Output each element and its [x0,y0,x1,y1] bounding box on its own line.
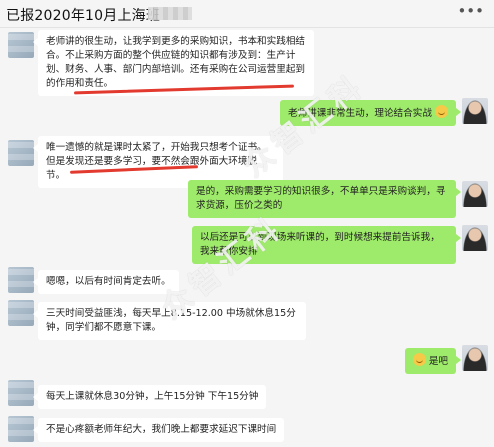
smile-emoji-icon [435,105,448,118]
sender-avatar[interactable] [8,300,34,326]
message-text: 是的，采购需要学习的知识很多，不单单只是采购谈判，寻求货源，压价之类的 [196,186,446,211]
message-bubble-received[interactable]: 不是心疼额老师年纪大，我们晚上都要求延迟下课时间 [32,418,285,442]
chat-header: 已报2020年10月上海班 ••• [0,0,494,28]
own-avatar[interactable] [462,345,488,371]
own-avatar[interactable] [462,225,488,251]
chat-title: 已报2020年10月上海班 [6,8,161,24]
more-dots-icon[interactable]: ••• [457,2,484,20]
own-avatar[interactable] [462,98,488,124]
smile-emoji-icon [412,353,426,366]
sender-avatar[interactable] [8,267,34,293]
sender-avatar[interactable] [8,416,34,442]
message-text: 是吧 [428,356,448,367]
message-text: 老师讲的很生动，让我学到更多的采购知识，书本和实践相结合。不止采购方面的整个供应… [46,36,306,89]
message-text: 不是心疼额老师年纪大，我们晚上都要求延迟下课时间 [46,424,277,435]
message-text: 每天上课就休息30分钟，上午15分钟 下午15分钟 [46,391,259,402]
own-avatar[interactable] [462,181,488,207]
sender-avatar[interactable] [8,32,34,58]
message-bubble-sent[interactable]: 是的，采购需要学习的知识很多，不单单只是采购谈判，寻求货源，压价之类的 [188,180,461,218]
sender-avatar[interactable] [8,380,34,406]
sender-avatar[interactable] [8,140,34,166]
message-bubble-received[interactable]: 每天上课就休息30分钟，上午15分钟 下午15分钟 [32,385,267,409]
message-text: 嗯嗯，以后有时间肯定去听。 [46,276,171,287]
message-bubble-sent[interactable]: 是吧 [404,348,462,374]
redacted-name [148,7,192,20]
